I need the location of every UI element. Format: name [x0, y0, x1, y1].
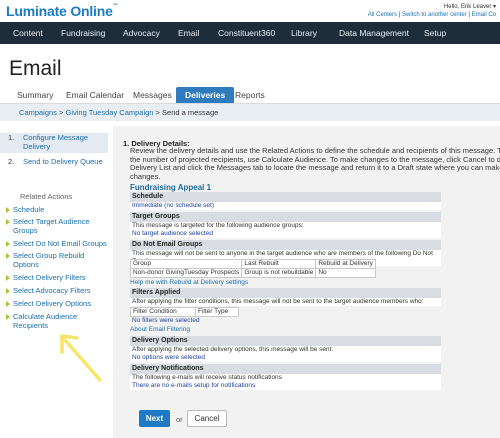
breadcrumb-giving-tuesday[interactable]: Giving Tuesday Campaign [66, 108, 154, 117]
breadcrumb-separator: > [153, 108, 163, 117]
bullet-icon [6, 241, 10, 247]
breadcrumb-bar: Campaigns > Giving Tuesday Campaign > Se… [0, 104, 500, 121]
nav-content[interactable]: Content [13, 28, 43, 38]
switch-center-link[interactable]: Switch to another center [402, 12, 467, 18]
tab-reports[interactable]: Reports [235, 90, 265, 100]
step-configure-delivery[interactable]: 1. Configure Message Delivery [0, 133, 108, 153]
nav-data-management[interactable]: Data Management [339, 28, 409, 38]
step-number: 2. [8, 157, 15, 166]
rebuild-help-link[interactable]: Help me with Rebuild at Delivery setting… [130, 279, 248, 286]
notifications-header: Delivery Notifications [130, 364, 441, 374]
filters-header: Filters Applied [130, 288, 441, 298]
table-header: Last Rebuilt [241, 259, 317, 269]
link-separator: | [398, 12, 401, 18]
filters-value: No filters were selected [132, 317, 200, 324]
bullet-icon [6, 275, 10, 281]
description-line: changes. [130, 171, 161, 181]
action-label: Calculate Audience Recipients [13, 312, 78, 330]
bullet-icon [6, 301, 10, 307]
table-cell: Non-donor GivingTuesday Prospects [129, 268, 243, 278]
delivery-options-value: No options were selected [130, 354, 441, 362]
tab-email-calendar[interactable]: Email Calendar [66, 90, 124, 100]
table-header-row: Filter Condition Filter Type [130, 307, 239, 317]
cancel-button[interactable]: Cancel [187, 410, 227, 427]
step-label: Configure Message Delivery [23, 133, 89, 151]
bullet-icon [6, 253, 10, 259]
target-groups-header: Target Groups [130, 212, 441, 222]
highlight-arrow-icon [60, 334, 102, 382]
email-filtering-link[interactable]: About Email Filtering [130, 326, 190, 333]
action-label: Schedule [13, 205, 45, 214]
filters-note: After applying the filter conditions, th… [130, 298, 441, 306]
next-button[interactable]: Next [139, 410, 170, 427]
email-link[interactable]: Email Co [472, 12, 496, 18]
related-actions-title: Related Actions [20, 192, 73, 201]
or-label: or [176, 415, 183, 424]
notifications-value: There are no e-mails setup for notificat… [130, 382, 441, 390]
filters-table: Filter Condition Filter Type [130, 307, 239, 317]
breadcrumb: Campaigns > Giving Tuesday Campaign > Se… [19, 108, 218, 117]
user-greeting[interactable]: Hello, Erik Leaver ▾ [368, 3, 496, 11]
table-row: Non-donor GivingTuesday Prospects Group … [129, 268, 376, 278]
table-header: Filter Type [195, 307, 239, 317]
nav-library[interactable]: Library [291, 28, 317, 38]
logo-text: Luminate Online [6, 3, 113, 19]
app-logo[interactable]: Luminate Online™ [6, 3, 118, 19]
main-nav: Content Fundraising Advocacy Email Const… [0, 22, 500, 44]
bullet-icon [6, 288, 10, 294]
notifications-note: The following e-mails will receive statu… [130, 374, 441, 382]
step-number: 1. [8, 133, 15, 142]
table-cell: No [315, 268, 376, 278]
top-bar: Luminate Online™ Hello, Erik Leaver ▾ Al… [0, 0, 500, 22]
tab-deliveries[interactable]: Deliveries [176, 87, 235, 103]
user-area: Hello, Erik Leaver ▾ All Centers | Switc… [368, 3, 496, 19]
table-header: Filter Condition [130, 307, 196, 317]
tab-bar: Summary Email Calendar Messages Deliveri… [0, 87, 500, 104]
table-header: Rebuild at Delivery [315, 259, 376, 269]
action-label: Select Advocacy Filters [13, 286, 91, 295]
do-not-email-table: Group Last Rebuilt Rebuild at Delivery N… [129, 259, 376, 278]
bullet-icon [6, 207, 10, 213]
step-label: Send to Delivery Queue [23, 157, 103, 166]
delivery-details-description: Review the delivery details and use the … [130, 147, 500, 181]
schedule-header: Schedule [130, 192, 441, 202]
do-not-email-header: Do Not Email Groups [130, 240, 441, 250]
nav-setup[interactable]: Setup [424, 28, 446, 38]
bullet-icon [6, 314, 10, 320]
breadcrumb-campaigns[interactable]: Campaigns [19, 108, 57, 117]
page-title: Email [9, 57, 62, 80]
delivery-options-header: Delivery Options [130, 336, 441, 346]
action-label: Select Delivery Filters [13, 273, 86, 282]
description-line: Delivery List and click the Messages tab… [130, 163, 500, 172]
appeal-title: Fundraising Appeal 1 [130, 183, 212, 192]
nav-fundraising[interactable]: Fundraising [61, 28, 105, 38]
target-groups-value: No target audience selected [130, 230, 441, 238]
tab-messages[interactable]: Messages [133, 90, 172, 100]
sidebar: 1. Configure Message Delivery 2. Send to… [0, 126, 110, 438]
target-groups-note: This message is targeted for the followi… [130, 222, 441, 230]
table-cell: Group is not rebuildable [241, 268, 317, 278]
table-header-row: Group Last Rebuilt Rebuild at Delivery [129, 259, 376, 269]
bullet-icon [6, 219, 10, 225]
action-label: Select Group Rebuild Options [13, 251, 85, 269]
action-label: Select Target Audience Groups [13, 217, 90, 235]
main-panel: 1. Delivery Details: Review the delivery… [113, 126, 500, 438]
breadcrumb-current: Send a message [162, 108, 219, 117]
logo-tm: ™ [112, 3, 118, 9]
link-separator: | [468, 12, 470, 18]
nav-email[interactable]: Email [178, 28, 199, 38]
nav-constituent360[interactable]: Constituent360 [218, 28, 275, 38]
action-label: Select Delivery Options [13, 299, 91, 308]
step-send-to-queue[interactable]: 2. Send to Delivery Queue [0, 157, 108, 167]
action-label: Select Do Not Email Groups [13, 239, 107, 248]
tab-summary[interactable]: Summary [17, 90, 53, 100]
delivery-options-note: After applying the selected delivery opt… [130, 346, 441, 354]
breadcrumb-separator: > [56, 108, 66, 117]
table-header: Group [129, 259, 243, 269]
schedule-value: Immediate (no schedule set) [130, 202, 441, 210]
nav-advocacy[interactable]: Advocacy [123, 28, 160, 38]
all-centers-link[interactable]: All Centers [368, 12, 397, 18]
